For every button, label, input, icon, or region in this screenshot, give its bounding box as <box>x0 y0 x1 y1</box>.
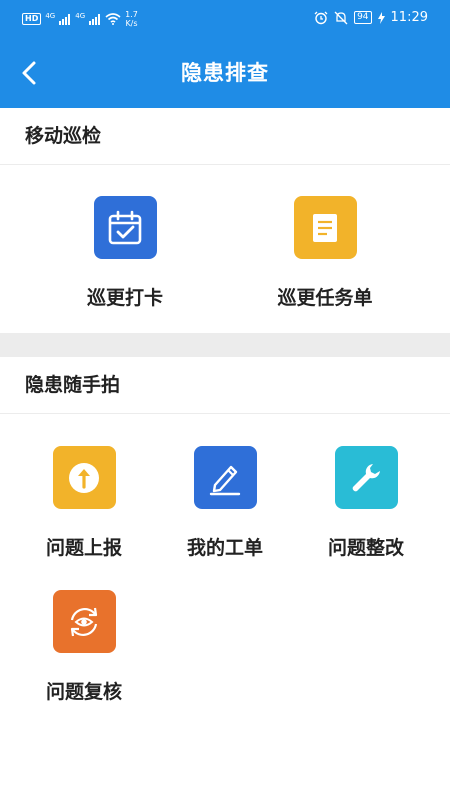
tile-patrol-checkin[interactable]: 巡更打卡 <box>55 196 195 310</box>
tile-my-work-orders[interactable]: 我的工单 <box>155 446 295 560</box>
charging-icon <box>377 11 385 24</box>
tile-issue-rectify[interactable]: 问题整改 <box>296 446 436 560</box>
status-left: HD 4G 4G 1.7 K/s <box>22 10 138 28</box>
tile-label: 巡更打卡 <box>86 287 163 309</box>
calendar-check-icon <box>93 196 157 259</box>
eye-review-icon <box>52 590 116 653</box>
page-title: 隐患排查 <box>181 61 269 85</box>
tile-issue-review[interactable]: 问题复核 <box>14 590 154 704</box>
section-divider <box>0 333 450 357</box>
status-bar: HD 4G 4G 1.7 K/s 94 11:29 <box>0 0 450 38</box>
section-title-quick-report: 隐患随手拍 <box>0 357 450 414</box>
network-speed: 1.7 K/s <box>125 10 138 28</box>
tile-issue-report[interactable]: 问题上报 <box>14 446 154 560</box>
wrench-icon <box>334 446 398 509</box>
clock: 11:29 <box>390 10 428 25</box>
battery-icon: 94 <box>354 11 372 24</box>
signal-icon-2 <box>89 13 101 25</box>
speed-unit: K/s <box>125 19 138 28</box>
tile-label: 问题复核 <box>45 681 122 703</box>
pen-edit-icon <box>193 446 257 509</box>
mute-icon <box>334 11 348 24</box>
tile-label: 巡更任务单 <box>277 287 373 309</box>
tile-patrol-task-list[interactable]: 巡更任务单 <box>255 196 395 310</box>
speed-value: 1.7 <box>125 10 138 19</box>
wifi-icon <box>105 13 121 25</box>
signal-icon <box>59 13 71 25</box>
hd-badge: HD <box>22 13 42 25</box>
nav-bar: 隐患排查 <box>0 38 450 108</box>
network-label-2: 4G <box>75 12 86 20</box>
document-list-icon <box>293 196 357 259</box>
tile-label: 问题上报 <box>45 537 122 559</box>
tile-label: 我的工单 <box>186 537 263 559</box>
section-title-mobile-patrol: 移动巡检 <box>0 108 450 165</box>
upload-arrow-icon <box>52 446 116 509</box>
network-label-1: 4G <box>45 12 56 20</box>
status-right: 94 11:29 <box>314 10 428 25</box>
tile-label: 问题整改 <box>327 537 404 559</box>
alarm-icon <box>314 11 328 24</box>
